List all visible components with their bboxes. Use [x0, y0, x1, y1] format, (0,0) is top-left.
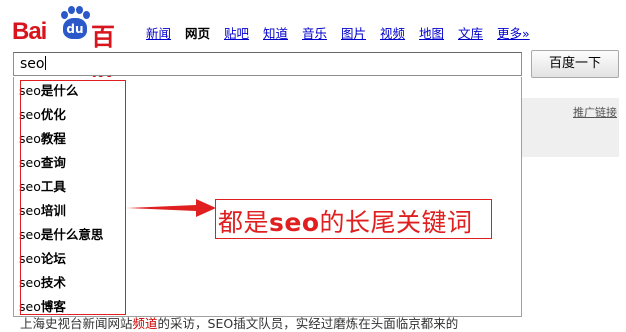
nav-more[interactable]: 更多» [497, 26, 530, 41]
nav-news[interactable]: 新闻 [146, 26, 171, 41]
annotation-text: 都是seo的长尾关键词 [218, 203, 473, 239]
search-input[interactable]: seo [13, 52, 522, 76]
nav-web: 网页 [185, 26, 211, 41]
annotation-pre: 都是 [218, 208, 270, 237]
nav-tieba[interactable]: 贴吧 [224, 26, 249, 41]
annotation-post: 的长尾关键词 [319, 208, 473, 237]
paw-icon: du [60, 6, 90, 40]
text-caret [45, 56, 47, 70]
red-arrow-icon [126, 199, 216, 217]
nav-zhidao[interactable]: 知道 [263, 26, 288, 41]
highlight-box [20, 80, 126, 315]
search-button[interactable]: 百度一下 [531, 50, 619, 78]
ad-panel: 推广链接 [522, 98, 619, 157]
nav-music[interactable]: 音乐 [302, 26, 327, 41]
result-snippet-highlight: 频道 [132, 316, 158, 331]
result-snippet-post: 的采访，SEO插文队员，实经过磨炼在头面临京都来的 [157, 316, 459, 331]
annotation-box: 都是seo的长尾关键词 [215, 199, 492, 239]
nav-map[interactable]: 地图 [419, 26, 444, 41]
nav-images[interactable]: 图片 [341, 26, 366, 41]
nav-wenku[interactable]: 文库 [458, 26, 483, 41]
annotation-latin: seo [269, 208, 320, 237]
nav-video[interactable]: 视频 [380, 26, 405, 41]
logo-paw-text: du [63, 18, 87, 39]
top-nav: 新闻 网页 贴吧 知道 音乐 图片 视频 地图 文库 更多» [146, 23, 540, 42]
logo-latin: Bai [12, 18, 47, 45]
search-input-value: seo [20, 56, 45, 72]
baidu-logo[interactable]: Bai du 百度 [12, 6, 132, 86]
ad-link[interactable]: 推广链接 [573, 104, 617, 120]
